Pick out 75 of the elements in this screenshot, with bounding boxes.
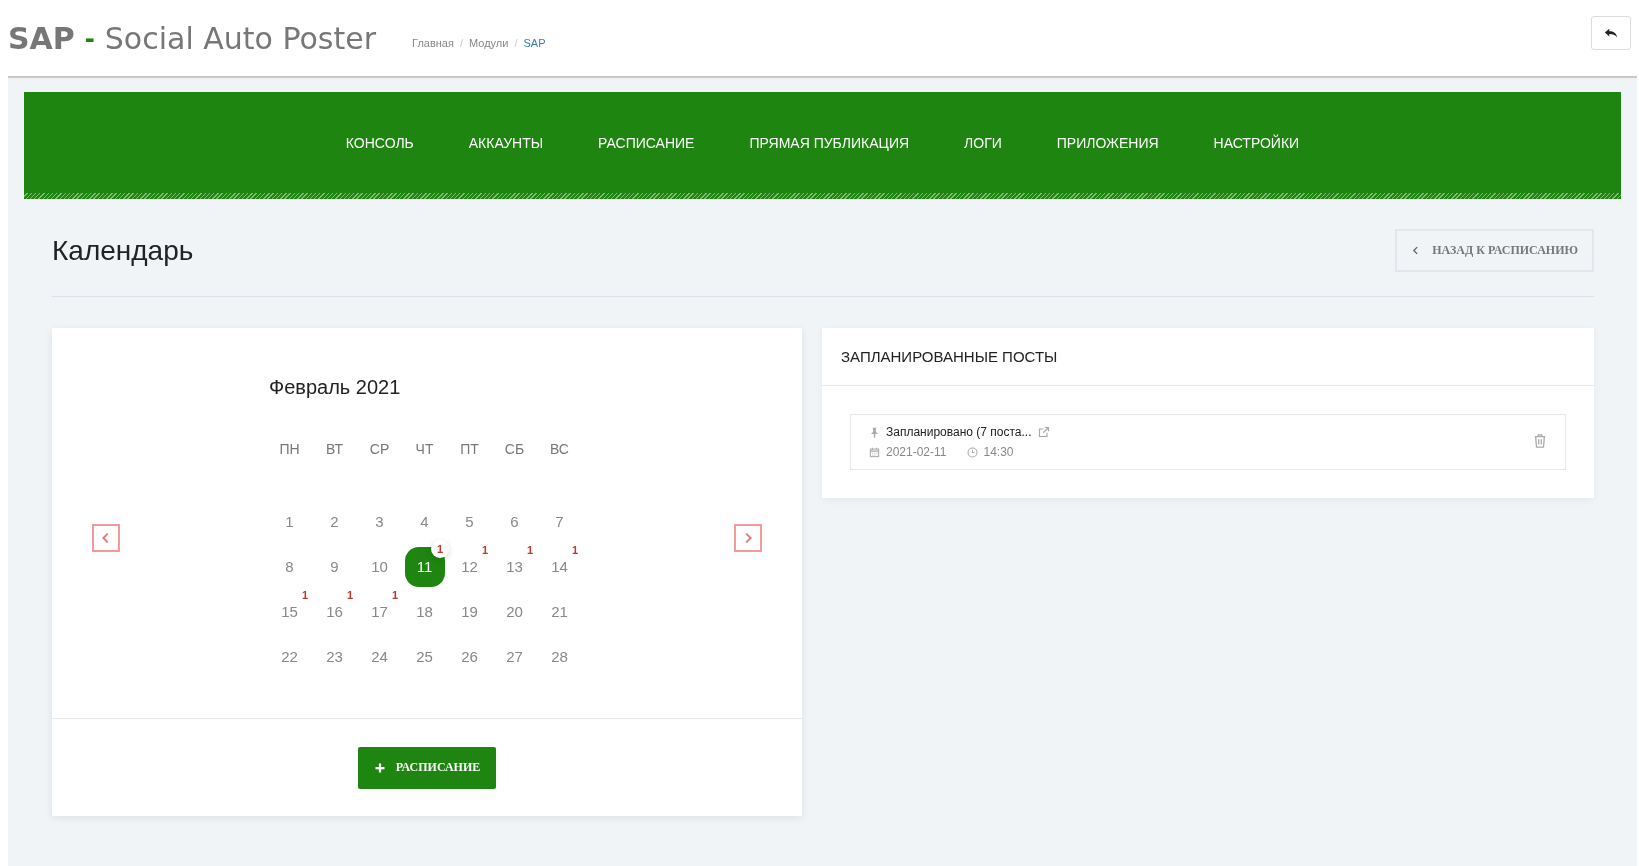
calendar-day[interactable]: 22	[281, 648, 298, 665]
breadcrumb-separator: /	[459, 37, 463, 49]
add-schedule-button[interactable]: РАСПИСАНИЕ	[357, 746, 497, 789]
card-title: ЗАПЛАНИРОВАННЫЕ ПОСТЫ	[822, 328, 1594, 386]
calendar-day[interactable]: 10	[371, 558, 388, 575]
breadcrumb-link[interactable]: Модули	[469, 37, 509, 49]
calendar-day[interactable]: 20	[506, 603, 523, 620]
calendar-day[interactable]: 9	[330, 558, 339, 575]
calendar-day[interactable]: 8	[285, 558, 294, 575]
calendar-day[interactable]: 2	[330, 513, 339, 530]
nav-item[interactable]: КОНСОЛЬ	[345, 134, 414, 151]
app-title: Social Auto Poster	[104, 20, 377, 56]
title-separator: -	[84, 21, 95, 55]
previous-month-button[interactable]	[92, 524, 120, 552]
clock-icon	[966, 446, 978, 458]
calendar-day[interactable]: 19	[461, 603, 478, 620]
calendar-day[interactable]: 14	[551, 558, 568, 575]
nav-item[interactable]: РАСПИСАНИЕ	[598, 134, 695, 151]
calendar-day[interactable]: 1	[285, 513, 294, 530]
calendar-day[interactable]: 15	[281, 603, 298, 620]
calendar-day[interactable]: 23	[326, 648, 343, 665]
calendar-day[interactable]: 18	[416, 603, 433, 620]
nav-item[interactable]: ПРИЛОЖЕНИЯ	[1056, 134, 1159, 151]
next-month-button[interactable]	[734, 524, 762, 552]
post-count-label: 1	[301, 589, 308, 601]
nav-item[interactable]: ПРЯМАЯ ПУБЛИКАЦИЯ	[749, 134, 910, 151]
post-count-label: 1	[391, 589, 398, 601]
calendar-day[interactable]: 16	[326, 603, 343, 620]
post-count-label: 1	[526, 544, 533, 556]
weekday-label: ВС	[549, 441, 570, 459]
calendar-day[interactable]: 12	[461, 558, 478, 575]
calendar-day[interactable]: 26	[461, 648, 478, 665]
post-count-label: 1	[481, 544, 488, 556]
plus-icon	[373, 761, 386, 774]
breadcrumb-link[interactable]: Главная	[412, 37, 454, 49]
post-count-label: 1	[346, 589, 353, 601]
calendar-day[interactable]: 17	[371, 603, 388, 620]
undo-icon	[1604, 26, 1618, 40]
nav-item[interactable]: АККАУНТЫ	[468, 134, 544, 151]
calendar-day[interactable]: 24	[371, 648, 388, 665]
post-title: Запланировано (7 поста...	[886, 425, 1032, 439]
back-button[interactable]: НАЗАД К РАСПИСАНИЮ	[1395, 229, 1594, 272]
nav-item[interactable]: НАСТРОЙКИ	[1213, 134, 1300, 151]
post-date: 2021-02-11	[886, 445, 947, 459]
trash-icon	[1533, 432, 1547, 449]
page-title: Календарь	[52, 234, 194, 267]
calendar-day[interactable]: 3	[375, 513, 384, 530]
weekday-label: СБ	[503, 441, 526, 459]
brand-name: SAP	[8, 20, 75, 56]
breadcrumb-separator: /	[514, 37, 518, 49]
external-link-icon	[1037, 426, 1050, 438]
weekday-label: ПН	[278, 441, 301, 459]
calendar-day[interactable]: 5	[465, 513, 474, 530]
weekday-label: ВТ	[325, 441, 344, 459]
calendar-day[interactable]: 21	[551, 603, 568, 620]
calendar-icon	[869, 446, 880, 458]
calendar-day[interactable]: 25	[416, 648, 433, 665]
calendar-day[interactable]: 7	[555, 513, 564, 530]
calendar-day[interactable]: 28	[551, 648, 568, 665]
chevron-left-icon	[1411, 246, 1421, 255]
weekday-label: СР	[368, 441, 391, 459]
breadcrumb-link[interactable]: SAP	[523, 37, 546, 49]
month-title: Февраль 2021	[269, 376, 402, 399]
post-count-label: 1	[431, 540, 449, 558]
calendar-day[interactable]: 4	[420, 513, 429, 530]
undo-button[interactable]	[1591, 16, 1631, 50]
calendar-day[interactable]: 27	[506, 648, 523, 665]
post-count-label: 1	[571, 544, 578, 556]
weekday-label: ПТ	[459, 441, 480, 459]
nav-item[interactable]: ЛОГИ	[964, 134, 1002, 151]
post-time: 14:30	[983, 445, 1014, 459]
calendar-day[interactable]: 6	[510, 513, 519, 530]
calendar-day[interactable]: 13	[506, 558, 523, 575]
pin-icon	[869, 426, 880, 438]
weekday-label: ЧТ	[414, 441, 435, 459]
